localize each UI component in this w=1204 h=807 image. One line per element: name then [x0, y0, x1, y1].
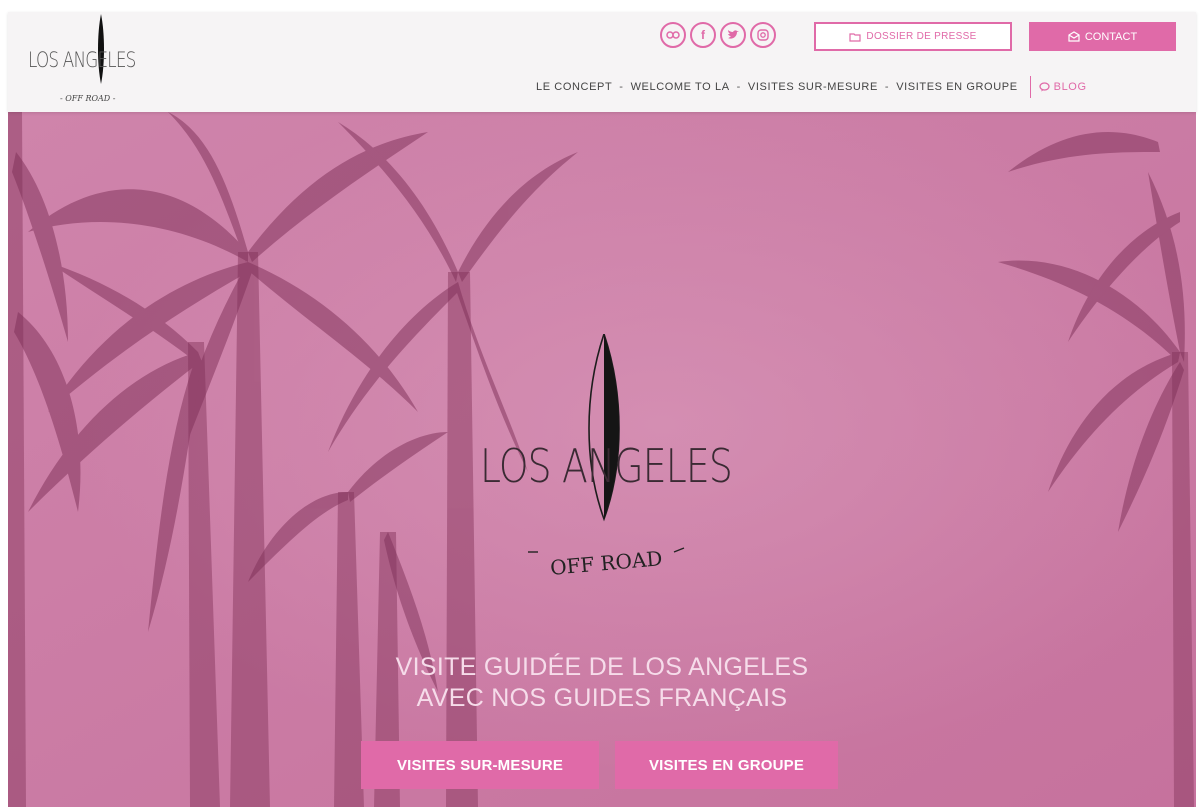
hero-headline-line2: AVEC NOS GUIDES FRANÇAIS — [416, 684, 788, 712]
press-kit-button[interactable]: DOSSIER DE PRESSE — [814, 22, 1012, 51]
main-nav: LE CONCEPT - WELCOME TO LA - VISITES SUR… — [534, 76, 1087, 98]
header-logo[interactable]: LOS ANGELES - OFF ROAD - — [26, 14, 146, 109]
nav-blog-label: BLOG — [1053, 81, 1087, 93]
envelope-icon — [1068, 31, 1080, 42]
hero-headline-line1: VISITE GUIDÉE DE LOS ANGELES — [395, 653, 809, 681]
hero-section: LOS ANGELES OFF ROAD VISITE GUIDÉE DE LO… — [8, 112, 1196, 807]
nav-item-concept[interactable]: LE CONCEPT — [534, 81, 614, 93]
hero-logo-wordmark: LOS ANGELES — [480, 439, 732, 493]
group-tours-button[interactable]: VISITES EN GROUPE — [615, 741, 838, 789]
folder-icon — [849, 32, 862, 42]
nav-separator: - — [736, 81, 741, 93]
nav-separator: - — [619, 81, 624, 93]
header-logo-subtitle: - OFF ROAD - — [60, 94, 116, 103]
hero-logo-subtitle: OFF ROAD — [549, 546, 663, 580]
nav-separator: - — [884, 81, 890, 93]
chat-icon — [1038, 82, 1050, 92]
twitter-icon[interactable] — [720, 22, 746, 48]
social-links: f — [660, 22, 776, 48]
contact-label: CONTACT — [1084, 30, 1138, 43]
header-logo-wordmark: LOS ANGELES — [28, 48, 136, 72]
custom-tours-button[interactable]: VISITES SUR-MESURE — [361, 741, 599, 789]
instagram-icon[interactable] — [750, 22, 776, 48]
contact-button[interactable]: CONTACT — [1029, 22, 1176, 51]
facebook-icon[interactable]: f — [690, 22, 716, 48]
nav-item-group-tours[interactable]: VISITES EN GROUPE — [894, 81, 1019, 93]
hero-logo: LOS ANGELES OFF ROAD — [480, 334, 733, 580]
site-header: LOS ANGELES - OFF ROAD - f DOSSIER DE PR… — [8, 12, 1196, 112]
nav-item-custom-tours[interactable]: VISITES SUR-MESURE — [746, 81, 880, 93]
page: LOS ANGELES - OFF ROAD - f DOSSIER DE PR… — [0, 0, 1204, 807]
nav-item-welcome[interactable]: WELCOME TO LA — [629, 81, 732, 93]
hero-headline: VISITE GUIDÉE DE LOS ANGELES AVEC NOS GU… — [8, 652, 1196, 714]
press-kit-label: DOSSIER DE PRESSE — [866, 31, 977, 42]
tripadvisor-icon[interactable] — [660, 22, 686, 48]
nav-item-blog[interactable]: BLOG — [1038, 81, 1087, 93]
nav-divider — [1029, 76, 1031, 98]
